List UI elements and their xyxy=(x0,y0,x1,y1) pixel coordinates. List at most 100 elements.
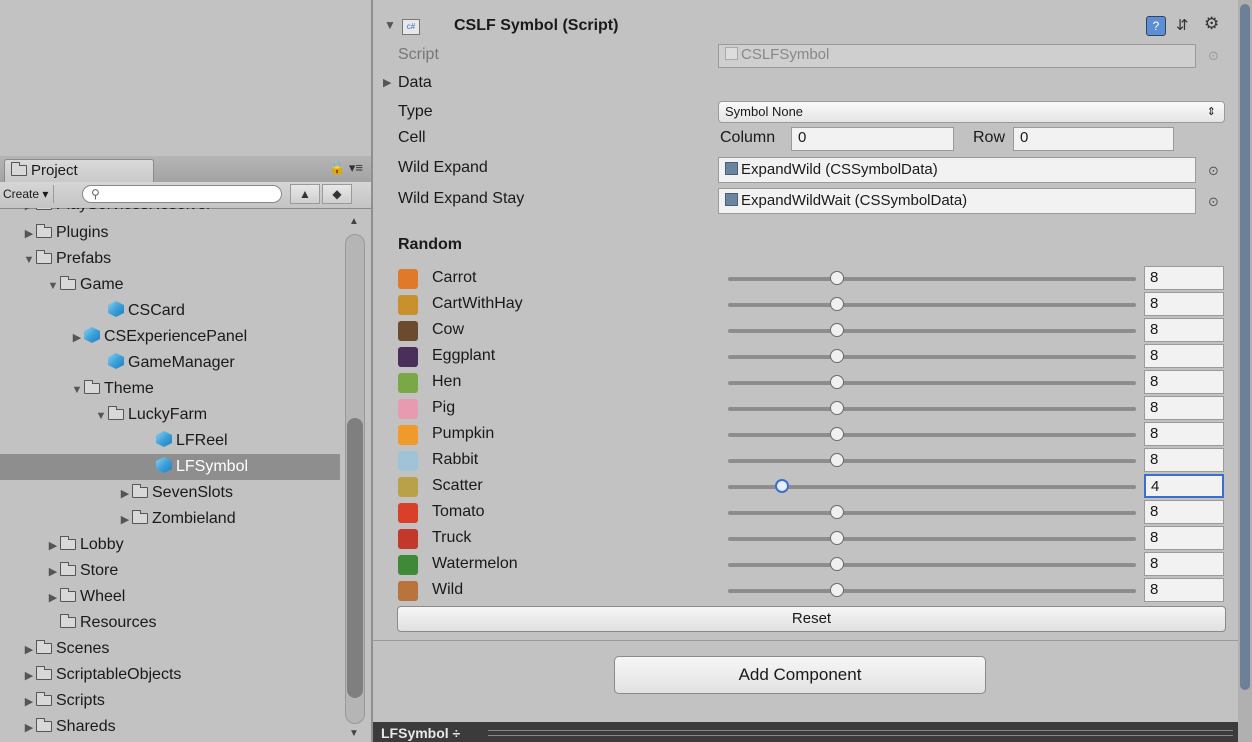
preview-object-selector[interactable]: LFSymbol ÷ xyxy=(381,724,460,742)
slider-knob[interactable] xyxy=(829,505,844,519)
expand-arrow-icon[interactable]: ▶ xyxy=(22,663,36,689)
wild-expand-stay-field[interactable]: ExpandWildWait (CSSymbolData) xyxy=(718,188,1196,214)
scroll-up-arrow[interactable]: ▲ xyxy=(349,216,359,227)
expand-arrow-icon[interactable]: ▶ xyxy=(46,559,60,585)
weight-input[interactable]: 8 xyxy=(1144,292,1224,316)
weight-input[interactable]: 8 xyxy=(1144,552,1224,576)
weight-input[interactable]: 8 xyxy=(1144,266,1224,290)
add-component-button[interactable]: Add Component xyxy=(614,656,986,694)
slider-track[interactable] xyxy=(728,329,1136,333)
expand-arrow-icon[interactable]: ▶ xyxy=(22,689,36,715)
expand-arrow-icon[interactable]: ▶ xyxy=(118,507,132,533)
slider-knob[interactable] xyxy=(829,583,844,597)
expand-arrow-icon[interactable]: ▶ xyxy=(22,715,36,741)
slider-knob[interactable] xyxy=(829,271,844,285)
filter-by-label-button[interactable]: ◆ xyxy=(322,184,352,204)
tree-item-partial[interactable]: ▶ PlayServicesResolver xyxy=(0,208,340,218)
weight-input[interactable]: 8 xyxy=(1144,422,1224,446)
weight-input[interactable]: 8 xyxy=(1144,500,1224,524)
project-tab[interactable]: Project xyxy=(4,159,154,182)
data-foldout-arrow-icon[interactable]: ▶ xyxy=(383,76,391,89)
reset-button[interactable]: Reset xyxy=(397,606,1226,632)
slider-track[interactable] xyxy=(728,303,1136,307)
tree-item-resources[interactable]: Resources xyxy=(0,610,340,636)
slider-track[interactable] xyxy=(728,485,1136,489)
row-field[interactable]: 0 xyxy=(1013,127,1174,151)
expand-arrow-icon[interactable]: ▶ xyxy=(46,533,60,559)
tree-item-scripts[interactable]: ▶ Scripts xyxy=(0,688,340,714)
slider-knob[interactable] xyxy=(829,427,844,441)
wild-expand-field[interactable]: ExpandWild (CSSymbolData) xyxy=(718,157,1196,183)
expand-arrow-icon[interactable]: ▶ xyxy=(46,585,60,611)
weight-input[interactable]: 8 xyxy=(1144,370,1224,394)
weight-input[interactable]: 8 xyxy=(1144,344,1224,368)
tree-item-scenes[interactable]: ▶ Scenes xyxy=(0,636,340,662)
slider-track[interactable] xyxy=(728,589,1136,593)
slider-knob[interactable] xyxy=(829,557,844,571)
slider-track[interactable] xyxy=(728,563,1136,567)
tree-item-shareds[interactable]: ▶ Shareds xyxy=(0,714,340,740)
slider-track[interactable] xyxy=(728,511,1136,515)
tree-item-gamemanager[interactable]: GameManager xyxy=(0,350,340,376)
tree-item-luckyfarm[interactable]: ▼ LuckyFarm xyxy=(0,402,340,428)
slider-track[interactable] xyxy=(728,277,1136,281)
slider-knob[interactable] xyxy=(829,323,844,337)
weight-input[interactable]: 8 xyxy=(1144,396,1224,420)
tree-item-lobby[interactable]: ▶ Lobby xyxy=(0,532,340,558)
search-input[interactable]: ⚲ xyxy=(82,185,282,203)
type-dropdown[interactable]: Symbol None ⇕ xyxy=(718,101,1225,123)
slider-track[interactable] xyxy=(728,537,1136,541)
collapse-arrow-icon[interactable]: ▼ xyxy=(46,273,60,299)
slider-knob[interactable] xyxy=(829,297,844,311)
preview-drag-handle[interactable] xyxy=(488,730,1233,736)
tree-item-zombieland[interactable]: ▶ Zombieland xyxy=(0,506,340,532)
preset-icon[interactable]: ⇵ xyxy=(1176,16,1189,34)
slider-knob[interactable] xyxy=(829,349,844,363)
tree-item-csexperiencepanel[interactable]: ▶ CSExperiencePanel xyxy=(0,324,340,350)
foldout-arrow-icon[interactable]: ▼ xyxy=(384,18,396,32)
collapse-arrow-icon[interactable]: ▼ xyxy=(94,403,108,429)
slider-knob[interactable] xyxy=(829,453,844,467)
filter-by-type-button[interactable]: ▲ xyxy=(290,184,320,204)
tree-item-theme[interactable]: ▼ Theme xyxy=(0,376,340,402)
slider-knob[interactable] xyxy=(775,479,790,493)
slider-track[interactable] xyxy=(728,407,1136,411)
slider-track[interactable] xyxy=(728,381,1136,385)
tree-item-plugins[interactable]: ▶ Plugins xyxy=(0,220,340,246)
weight-input[interactable]: 8 xyxy=(1144,526,1224,550)
expand-arrow-icon[interactable]: ▶ xyxy=(22,221,36,247)
scroll-down-arrow[interactable]: ▼ xyxy=(349,728,359,739)
gear-icon[interactable]: ⚙ xyxy=(1204,14,1219,34)
tree-item-scriptableobjects[interactable]: ▶ ScriptableObjects xyxy=(0,662,340,688)
tree-item-prefabs[interactable]: ▼ Prefabs xyxy=(0,246,340,272)
create-dropdown[interactable]: Create ▾ xyxy=(0,185,54,203)
scroll-thumb[interactable] xyxy=(347,418,363,698)
tree-item-store[interactable]: ▶ Store xyxy=(0,558,340,584)
inspector-scroll-thumb[interactable] xyxy=(1240,4,1250,690)
tree-item-lfreel[interactable]: LFReel xyxy=(0,428,340,454)
tree-item-wheel[interactable]: ▶ Wheel xyxy=(0,584,340,610)
object-picker-icon[interactable]: ⊙ xyxy=(1208,163,1219,179)
expand-arrow-icon[interactable]: ▶ xyxy=(22,208,36,219)
data-label[interactable]: Data xyxy=(398,74,432,92)
tree-item-sevenslots[interactable]: ▶ SevenSlots xyxy=(0,480,340,506)
slider-knob[interactable] xyxy=(829,531,844,545)
object-picker-icon[interactable]: ⊙ xyxy=(1208,194,1219,210)
column-field[interactable]: 0 xyxy=(791,127,954,151)
inspector-scrollbar[interactable] xyxy=(1238,0,1252,742)
lock-menu-icon[interactable]: 🔒 ▾≡ xyxy=(329,160,363,176)
collapse-arrow-icon[interactable]: ▼ xyxy=(70,377,84,403)
project-scrollbar[interactable]: ▲ ▼ xyxy=(341,208,369,742)
help-icon[interactable]: ? xyxy=(1146,16,1166,36)
tree-item-cscard[interactable]: CSCard xyxy=(0,298,340,324)
slider-track[interactable] xyxy=(728,459,1136,463)
expand-arrow-icon[interactable]: ▶ xyxy=(118,481,132,507)
slider-knob[interactable] xyxy=(829,375,844,389)
slider-track[interactable] xyxy=(728,433,1136,437)
slider-track[interactable] xyxy=(728,355,1136,359)
weight-input[interactable]: 8 xyxy=(1144,448,1224,472)
expand-arrow-icon[interactable]: ▶ xyxy=(70,325,84,351)
weight-input[interactable]: 8 xyxy=(1144,318,1224,342)
tree-item-game[interactable]: ▼ Game xyxy=(0,272,340,298)
expand-arrow-icon[interactable]: ▶ xyxy=(22,637,36,663)
